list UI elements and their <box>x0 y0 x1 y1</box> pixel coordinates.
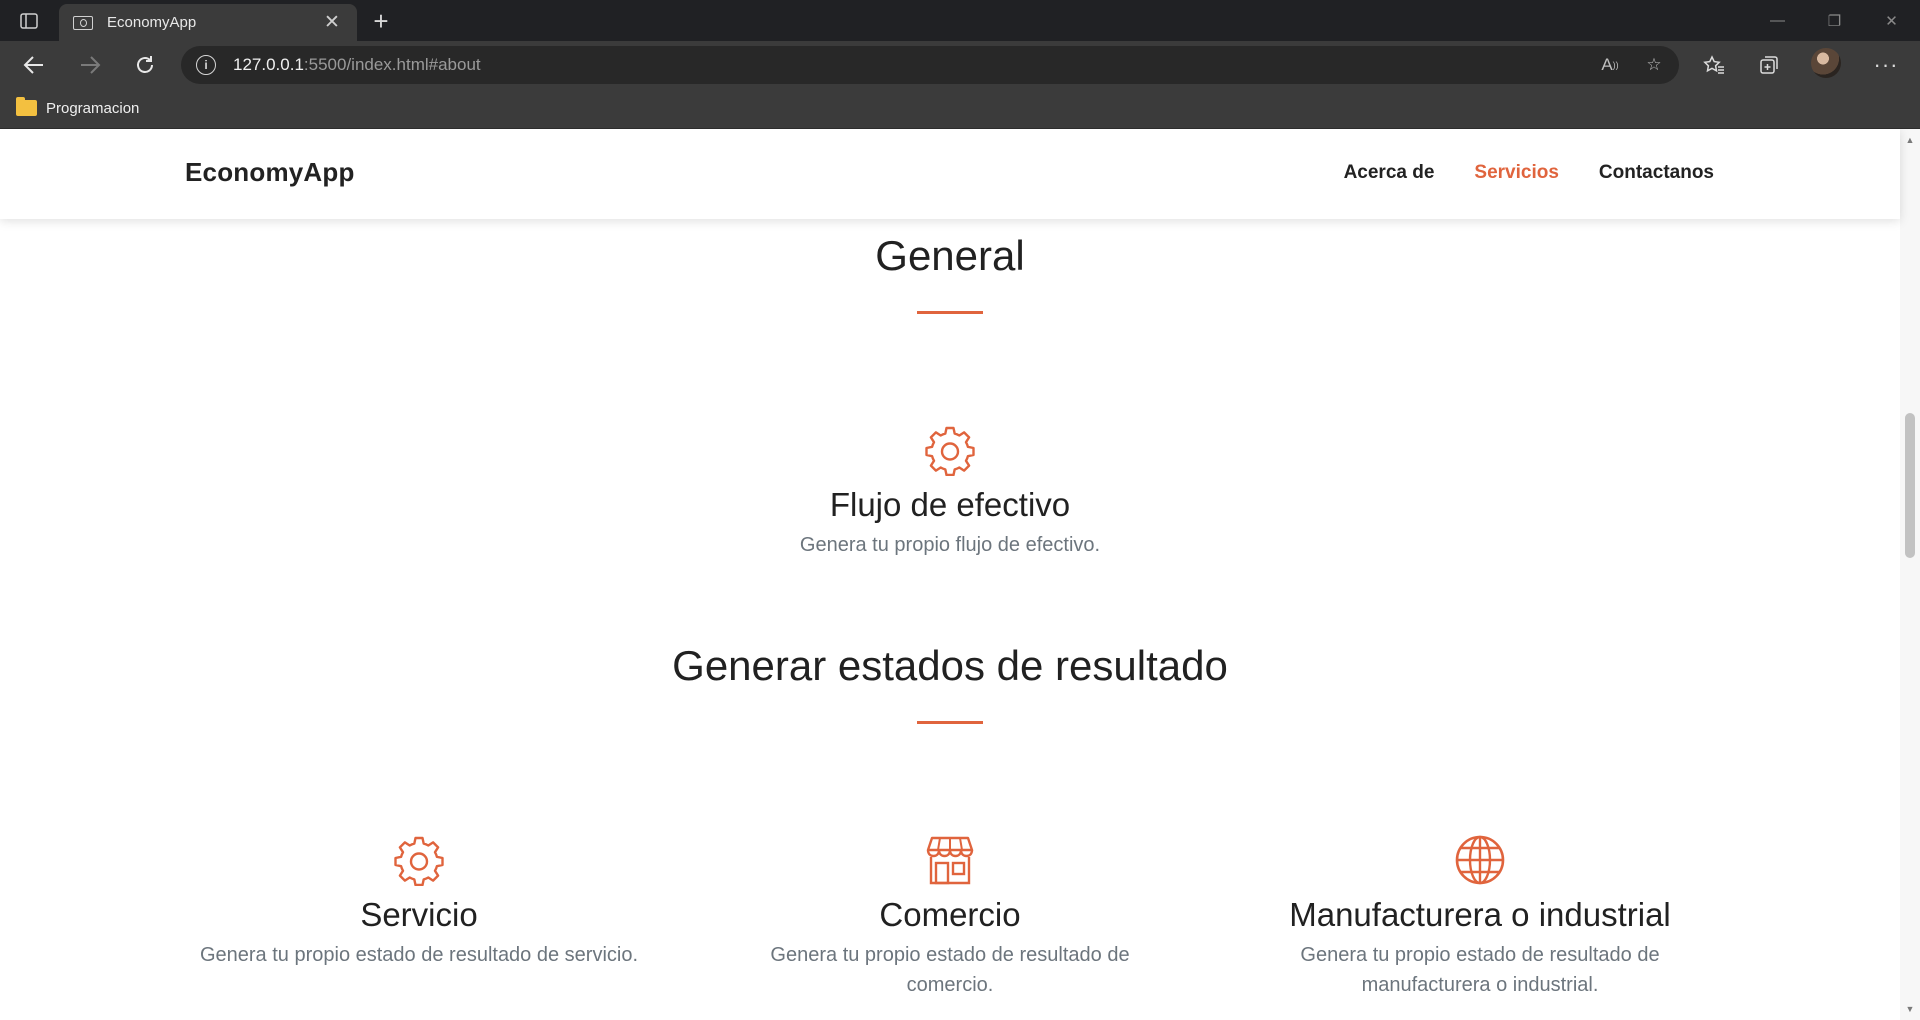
back-button[interactable] <box>16 47 52 83</box>
service-card-servicio: Servicio Genera tu propio estado de resu… <box>154 834 684 970</box>
service-description: Genera tu propio estado de resultado de … <box>770 944 1130 996</box>
page-favicon-icon <box>73 15 93 30</box>
service-card-comercio: Comercio Genera tu propio estado de resu… <box>685 834 1215 1000</box>
page-content: General Flujo de efectivo Genera tu prop… <box>0 129 1900 1020</box>
folder-icon <box>16 97 37 116</box>
site-brand[interactable]: EconomyApp <box>185 157 355 188</box>
site-header: EconomyApp Acerca de Servicios Contactan… <box>0 129 1900 219</box>
reload-button[interactable] <box>127 47 163 83</box>
new-tab-button[interactable]: + <box>365 5 397 37</box>
browser-tab-bar: EconomyApp ✕ + — ❐ ✕ <box>0 0 1920 41</box>
service-description: Genera tu propio estado de resultado de … <box>199 944 639 966</box>
window-controls: — ❐ ✕ <box>1749 0 1920 41</box>
address-bar[interactable]: i 127.0.0.1:5500/index.html#about A)) ☆ <box>181 46 1679 84</box>
service-title: Comercio <box>879 896 1021 933</box>
section-divider <box>917 311 983 314</box>
read-aloud-icon[interactable]: A)) <box>1595 51 1625 79</box>
scroll-down-icon[interactable]: ▼ <box>1900 1000 1920 1018</box>
scrollbar-thumb[interactable] <box>1905 413 1915 558</box>
section-title-results: Generar estados de resultado <box>672 642 1228 689</box>
main-nav: Acerca de Servicios Contactanos <box>1304 162 1714 184</box>
url-text: 127.0.0.1:5500/index.html#about <box>233 55 481 74</box>
gear-icon <box>154 834 684 886</box>
nav-link-acerca[interactable]: Acerca de <box>1344 162 1435 184</box>
gear-icon <box>685 424 1215 476</box>
tab-title: EconomyApp <box>107 14 197 31</box>
more-options-icon[interactable]: ··· <box>1868 47 1904 83</box>
browser-tab[interactable]: EconomyApp ✕ <box>59 4 357 41</box>
nav-link-contactanos[interactable]: Contactanos <box>1599 162 1714 184</box>
minimize-button[interactable]: — <box>1749 0 1806 41</box>
nav-link-servicios[interactable]: Servicios <box>1474 162 1559 184</box>
shop-icon <box>685 834 1215 886</box>
close-window-button[interactable]: ✕ <box>1863 0 1920 41</box>
scroll-up-icon[interactable]: ▲ <box>1900 131 1920 149</box>
globe-icon <box>1215 834 1745 886</box>
profile-avatar[interactable] <box>1811 48 1841 78</box>
collections-icon[interactable] <box>1751 47 1787 83</box>
page-scrollbar[interactable]: ▲ ▼ <box>1900 129 1920 1020</box>
restore-button[interactable]: ❐ <box>1806 0 1863 41</box>
bookmarks-bar: Programacion <box>0 87 1920 129</box>
bookmark-folder-label: Programacion <box>46 99 140 117</box>
service-card-manufacturera: Manufacturera o industrial Genera tu pro… <box>1215 834 1745 1000</box>
forward-button[interactable] <box>72 47 108 83</box>
section-title-general: General <box>875 232 1025 279</box>
page-viewport: EconomyApp Acerca de Servicios Contactan… <box>0 129 1920 1020</box>
service-title: Manufacturera o industrial <box>1289 896 1671 933</box>
browser-toolbar: i 127.0.0.1:5500/index.html#about A)) ☆ … <box>0 41 1920 87</box>
service-title: Flujo de efectivo <box>829 486 1071 523</box>
add-favorite-icon[interactable]: ☆ <box>1639 51 1669 79</box>
service-description: Genera tu propio estado de resultado de … <box>1300 944 1660 996</box>
bookmark-folder[interactable]: Programacion <box>16 96 139 120</box>
service-description: Genera tu propio flujo de efectivo. <box>799 534 1101 556</box>
section-divider <box>917 721 983 724</box>
service-title: Servicio <box>360 896 478 933</box>
service-card-flujo: Flujo de efectivo Genera tu propio flujo… <box>685 424 1215 560</box>
site-info-icon[interactable]: i <box>196 55 216 75</box>
tab-actions-icon[interactable] <box>12 6 46 36</box>
close-tab-icon[interactable]: ✕ <box>321 12 343 34</box>
favorites-icon[interactable] <box>1696 47 1732 83</box>
